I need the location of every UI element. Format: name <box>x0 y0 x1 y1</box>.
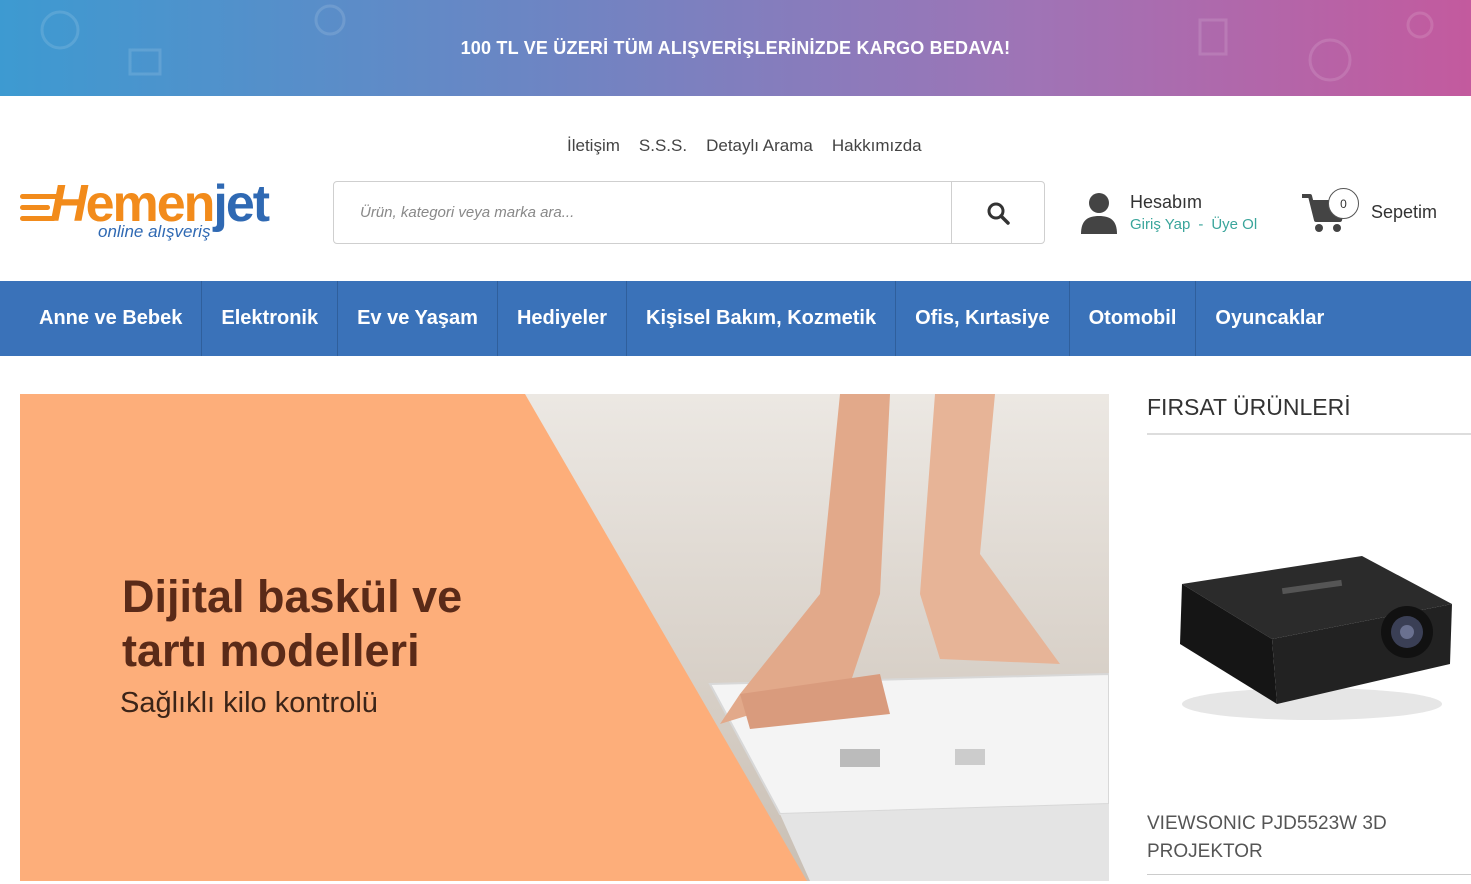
search-input[interactable] <box>334 182 951 243</box>
hero-banner[interactable]: Dijital baskül ve tartı modelleri Sağlık… <box>20 394 1109 881</box>
register-link[interactable]: Üye Ol <box>1211 216 1257 233</box>
user-icon <box>1081 193 1117 234</box>
site-header: İletişim S.S.S. Detaylı Arama Hakkımızda… <box>0 96 1471 281</box>
link-advanced-search[interactable]: Detaylı Arama <box>706 136 813 156</box>
announcement-text: 100 TL VE ÜZERİ TÜM ALIŞVERİŞLERİNİZDE K… <box>460 37 1011 58</box>
deal-divider <box>1147 874 1471 875</box>
deals-title: FIRSAT ÜRÜNLERİ <box>1147 394 1471 435</box>
link-contact[interactable]: İletişim <box>567 136 620 156</box>
nav-item-office[interactable]: Ofis, Kırtasiye <box>896 281 1070 356</box>
search-icon <box>987 202 1010 225</box>
deal-product-name[interactable]: VIEWSONIC PJD5523W 3D PROJEKTOR <box>1147 810 1447 866</box>
account-block: Hesabım Giriş Yap - Üye Ol <box>1080 192 1280 236</box>
category-nav: Anne ve Bebek Elektronik Ev ve Yaşam Hed… <box>0 281 1471 356</box>
logo-word-part2: jet <box>213 175 270 233</box>
banner-subline: Sağlıklı kilo kontrolü <box>120 687 378 719</box>
link-about[interactable]: Hakkımızda <box>832 136 922 156</box>
nav-item-home-living[interactable]: Ev ve Yaşam <box>338 281 498 356</box>
logo-letter: H <box>50 175 88 233</box>
account-title: Hesabım <box>1130 192 1203 212</box>
banner-headline: Dijital baskül ve tartı modelleri <box>122 571 463 676</box>
search-bar <box>333 181 1045 244</box>
nav-item-automotive[interactable]: Otomobil <box>1070 281 1197 356</box>
top-links: İletişim S.S.S. Detaylı Arama Hakkımızda <box>567 136 941 156</box>
account-links: Giriş Yap - Üye Ol <box>1130 216 1257 233</box>
cart-button[interactable]: 0 Sepetim <box>1300 188 1460 238</box>
account-separator: - <box>1198 216 1204 233</box>
nav-item-mother-baby[interactable]: Anne ve Bebek <box>0 281 203 356</box>
nav-item-gifts[interactable]: Hediyeler <box>498 281 628 356</box>
cart-count-badge: 0 <box>1328 188 1359 219</box>
projector-image[interactable] <box>1162 544 1457 734</box>
site-logo[interactable]: Hemenjet online alışveriş <box>20 175 300 244</box>
nav-item-electronics[interactable]: Elektronik <box>202 281 339 356</box>
search-button[interactable] <box>951 182 1044 243</box>
cart-label: Sepetim <box>1371 202 1438 222</box>
nav-item-toys[interactable]: Oyuncaklar <box>1196 281 1343 356</box>
logo-tagline: online alışveriş <box>98 222 211 241</box>
announcement-bar: 100 TL VE ÜZERİ TÜM ALIŞVERİŞLERİNİZDE K… <box>0 0 1471 96</box>
login-link[interactable]: Giriş Yap <box>1130 216 1190 233</box>
nav-item-personal-care[interactable]: Kişisel Bakım, Kozmetik <box>627 281 897 356</box>
deals-panel: FIRSAT ÜRÜNLERİ VIEWSONIC PJD5523W 3D PR… <box>1147 394 1471 884</box>
link-faq[interactable]: S.S.S. <box>639 136 687 156</box>
